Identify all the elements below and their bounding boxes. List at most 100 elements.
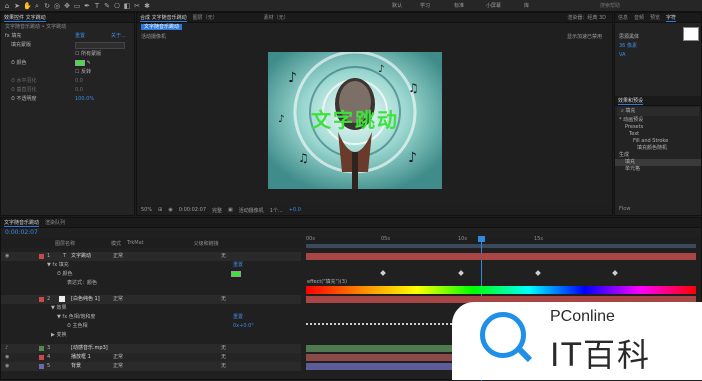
zoom-tool-icon[interactable]: ⌕ bbox=[33, 2, 41, 10]
about-link[interactable]: 关于... bbox=[111, 32, 126, 41]
tree-item[interactable]: * 动画预设 bbox=[615, 117, 701, 124]
tab-info[interactable]: 信息 bbox=[618, 14, 628, 21]
expression-text[interactable]: effect("填充")(3) bbox=[307, 278, 347, 285]
pan-behind-icon[interactable]: ✥ bbox=[63, 2, 71, 10]
parent-dropdown[interactable]: 无 bbox=[221, 252, 226, 261]
reset-link[interactable]: 重置 bbox=[75, 32, 85, 41]
layer-row-3[interactable]: ♪ 3 [动感音乐.mp3] 无 bbox=[1, 344, 301, 353]
layer-row-5[interactable]: ◉ 5 背景 正常 无 bbox=[1, 362, 301, 371]
layer-prop-transform[interactable]: ▶ 变换 bbox=[1, 331, 301, 340]
tree-item[interactable]: 生成 bbox=[615, 152, 701, 159]
layer-prop-effects[interactable]: ▼ 效果 bbox=[1, 304, 301, 313]
tab-effects-presets[interactable]: 效果和预设 bbox=[618, 97, 644, 105]
tracking-icon[interactable]: VA bbox=[619, 52, 626, 58]
effect-header[interactable]: fx 填充 重置 关于... bbox=[1, 32, 134, 41]
layer-prop-expression[interactable]: 表达式：颜色 bbox=[1, 279, 301, 288]
hue-keyframes[interactable] bbox=[306, 323, 456, 326]
camera-snapshot-icon[interactable]: ◉ bbox=[168, 207, 172, 213]
workspace-standard[interactable]: 标准 bbox=[454, 0, 464, 12]
keyframe[interactable] bbox=[380, 270, 386, 276]
views-dropdown[interactable]: 1个... bbox=[270, 207, 283, 214]
puppet-tool-icon[interactable]: ✱ bbox=[143, 2, 151, 10]
grid-icon[interactable]: ⊞ bbox=[158, 207, 162, 213]
layer-prop-color[interactable]: ⏱ 颜色 bbox=[1, 270, 301, 279]
tree-item[interactable]: Presets bbox=[615, 124, 701, 131]
layer-name[interactable]: [白色纯色 1] bbox=[71, 295, 100, 304]
rotate-tool-icon[interactable]: ↻ bbox=[43, 2, 51, 10]
invert-checkbox[interactable]: ☐ 反转 bbox=[75, 68, 91, 77]
stopwatch-icon[interactable]: ⏱ bbox=[11, 78, 15, 84]
home-icon[interactable]: ⌂ bbox=[3, 2, 11, 10]
pen-tool-icon[interactable]: ✒ bbox=[83, 2, 91, 10]
tab-audio[interactable]: 音频 bbox=[634, 14, 644, 21]
effects-search-input[interactable]: ⌕ 填充 bbox=[617, 107, 699, 116]
zoom-dropdown[interactable]: 50% bbox=[141, 207, 152, 213]
tab-preview[interactable]: 预览 bbox=[650, 14, 660, 21]
camera-dropdown[interactable]: 活动摄像机 bbox=[239, 207, 264, 214]
tab-composition[interactable]: 合成 文字随音乐跳动 bbox=[140, 14, 187, 22]
audio-icon[interactable]: ♪ bbox=[5, 344, 8, 353]
tree-item[interactable]: 填充颜色随机 bbox=[615, 145, 701, 152]
exposure-value[interactable]: +0.0 bbox=[289, 207, 301, 213]
mode-dropdown[interactable]: 正常 bbox=[113, 252, 123, 261]
label-color[interactable] bbox=[39, 254, 44, 259]
mode-dropdown[interactable]: 正常 bbox=[113, 353, 123, 362]
h-feather-value[interactable]: 0.0 bbox=[75, 77, 83, 86]
tree-item[interactable]: 单元格 bbox=[615, 166, 701, 173]
reset-link[interactable]: 重置 bbox=[233, 313, 243, 322]
composition-viewer[interactable]: ♪ ♫ ♫ ♪ ♪ ♪ 文字跳动 bbox=[268, 52, 442, 189]
workspace-library[interactable]: 库 bbox=[524, 0, 529, 12]
tab-layer[interactable]: 图层（无） bbox=[193, 14, 218, 21]
stopwatch-icon[interactable]: ⏱ bbox=[11, 60, 15, 66]
parent-dropdown[interactable]: 无 bbox=[221, 295, 226, 304]
workspace-learn[interactable]: 学习 bbox=[420, 0, 430, 12]
parent-dropdown[interactable]: 无 bbox=[221, 353, 226, 362]
roto-tool-icon[interactable]: ✂ bbox=[133, 2, 141, 10]
eye-icon[interactable]: ◉ bbox=[5, 353, 9, 362]
workspace-default[interactable]: 默认 bbox=[392, 0, 402, 12]
layer-1-bar[interactable] bbox=[306, 253, 696, 260]
tab-footage[interactable]: 素材（无） bbox=[264, 14, 289, 21]
font-family[interactable]: 思源黑体 bbox=[619, 34, 639, 40]
layer-row-1[interactable]: ◉ 1 T 文字跳动 正常 无 bbox=[1, 252, 301, 261]
layer-prop-fill[interactable]: ▼ fx 填充 重置 bbox=[1, 261, 301, 270]
color-swatch[interactable] bbox=[75, 59, 85, 66]
font-size-value[interactable]: 36 像素 bbox=[619, 43, 637, 49]
playhead-handle[interactable] bbox=[478, 236, 485, 242]
layer-name[interactable]: 背景 bbox=[71, 362, 81, 371]
layer-row-4[interactable]: ◉ 4 播放框 1 正常 无 bbox=[1, 353, 301, 362]
label-color[interactable] bbox=[39, 364, 44, 369]
stamp-tool-icon[interactable]: ⎔ bbox=[113, 2, 121, 10]
stopwatch-icon[interactable]: ⏱ bbox=[11, 87, 15, 93]
layer-name[interactable]: [动感音乐.mp3] bbox=[71, 344, 108, 353]
layer-prop-master-hue[interactable]: ⏱ 主色相 0x+0.0° bbox=[1, 322, 301, 331]
tab-flow[interactable]: Flow bbox=[615, 205, 630, 214]
all-masks-checkbox[interactable]: ☐ 所有蒙版 bbox=[75, 50, 101, 59]
timecode-display[interactable]: 0:00:02:07 bbox=[179, 207, 206, 213]
eye-icon[interactable]: ◉ bbox=[5, 252, 9, 261]
opacity-value[interactable]: 100.0% bbox=[75, 95, 94, 104]
label-color[interactable] bbox=[39, 355, 44, 360]
current-time[interactable]: 0:00:02:07 bbox=[5, 229, 38, 236]
layer-name[interactable]: 文字跳动 bbox=[71, 252, 91, 261]
composition-name-tab[interactable]: 文字随音乐跳动 bbox=[141, 24, 183, 30]
search-help-input[interactable]: 搜索帮助 bbox=[600, 0, 620, 12]
eraser-tool-icon[interactable]: ◧ bbox=[123, 2, 131, 10]
tree-item[interactable]: Fill and Stroke bbox=[615, 138, 701, 145]
camera-tool-icon[interactable]: ◎ bbox=[53, 2, 61, 10]
fill-mask-dropdown[interactable] bbox=[75, 42, 125, 49]
region-icon[interactable]: ▣ bbox=[228, 207, 233, 213]
time-ruler[interactable]: 00s 05s 10s 15s bbox=[306, 236, 696, 244]
keyframe[interactable] bbox=[535, 270, 541, 276]
keyframe[interactable] bbox=[612, 270, 618, 276]
v-feather-value[interactable]: 0.0 bbox=[75, 86, 83, 95]
stopwatch-icon[interactable]: ⏱ bbox=[11, 96, 15, 102]
fill-color-swatch[interactable] bbox=[683, 27, 699, 41]
keyframe[interactable] bbox=[458, 270, 464, 276]
renderer-label[interactable]: 渲染器：经典 3D bbox=[567, 14, 606, 21]
mode-dropdown[interactable]: 正常 bbox=[113, 362, 123, 371]
workspace-small-screen[interactable]: 小屏幕 bbox=[486, 0, 501, 12]
reset-link[interactable]: 重置 bbox=[233, 261, 243, 270]
label-color[interactable] bbox=[39, 346, 44, 351]
parent-dropdown[interactable]: 无 bbox=[221, 344, 226, 353]
